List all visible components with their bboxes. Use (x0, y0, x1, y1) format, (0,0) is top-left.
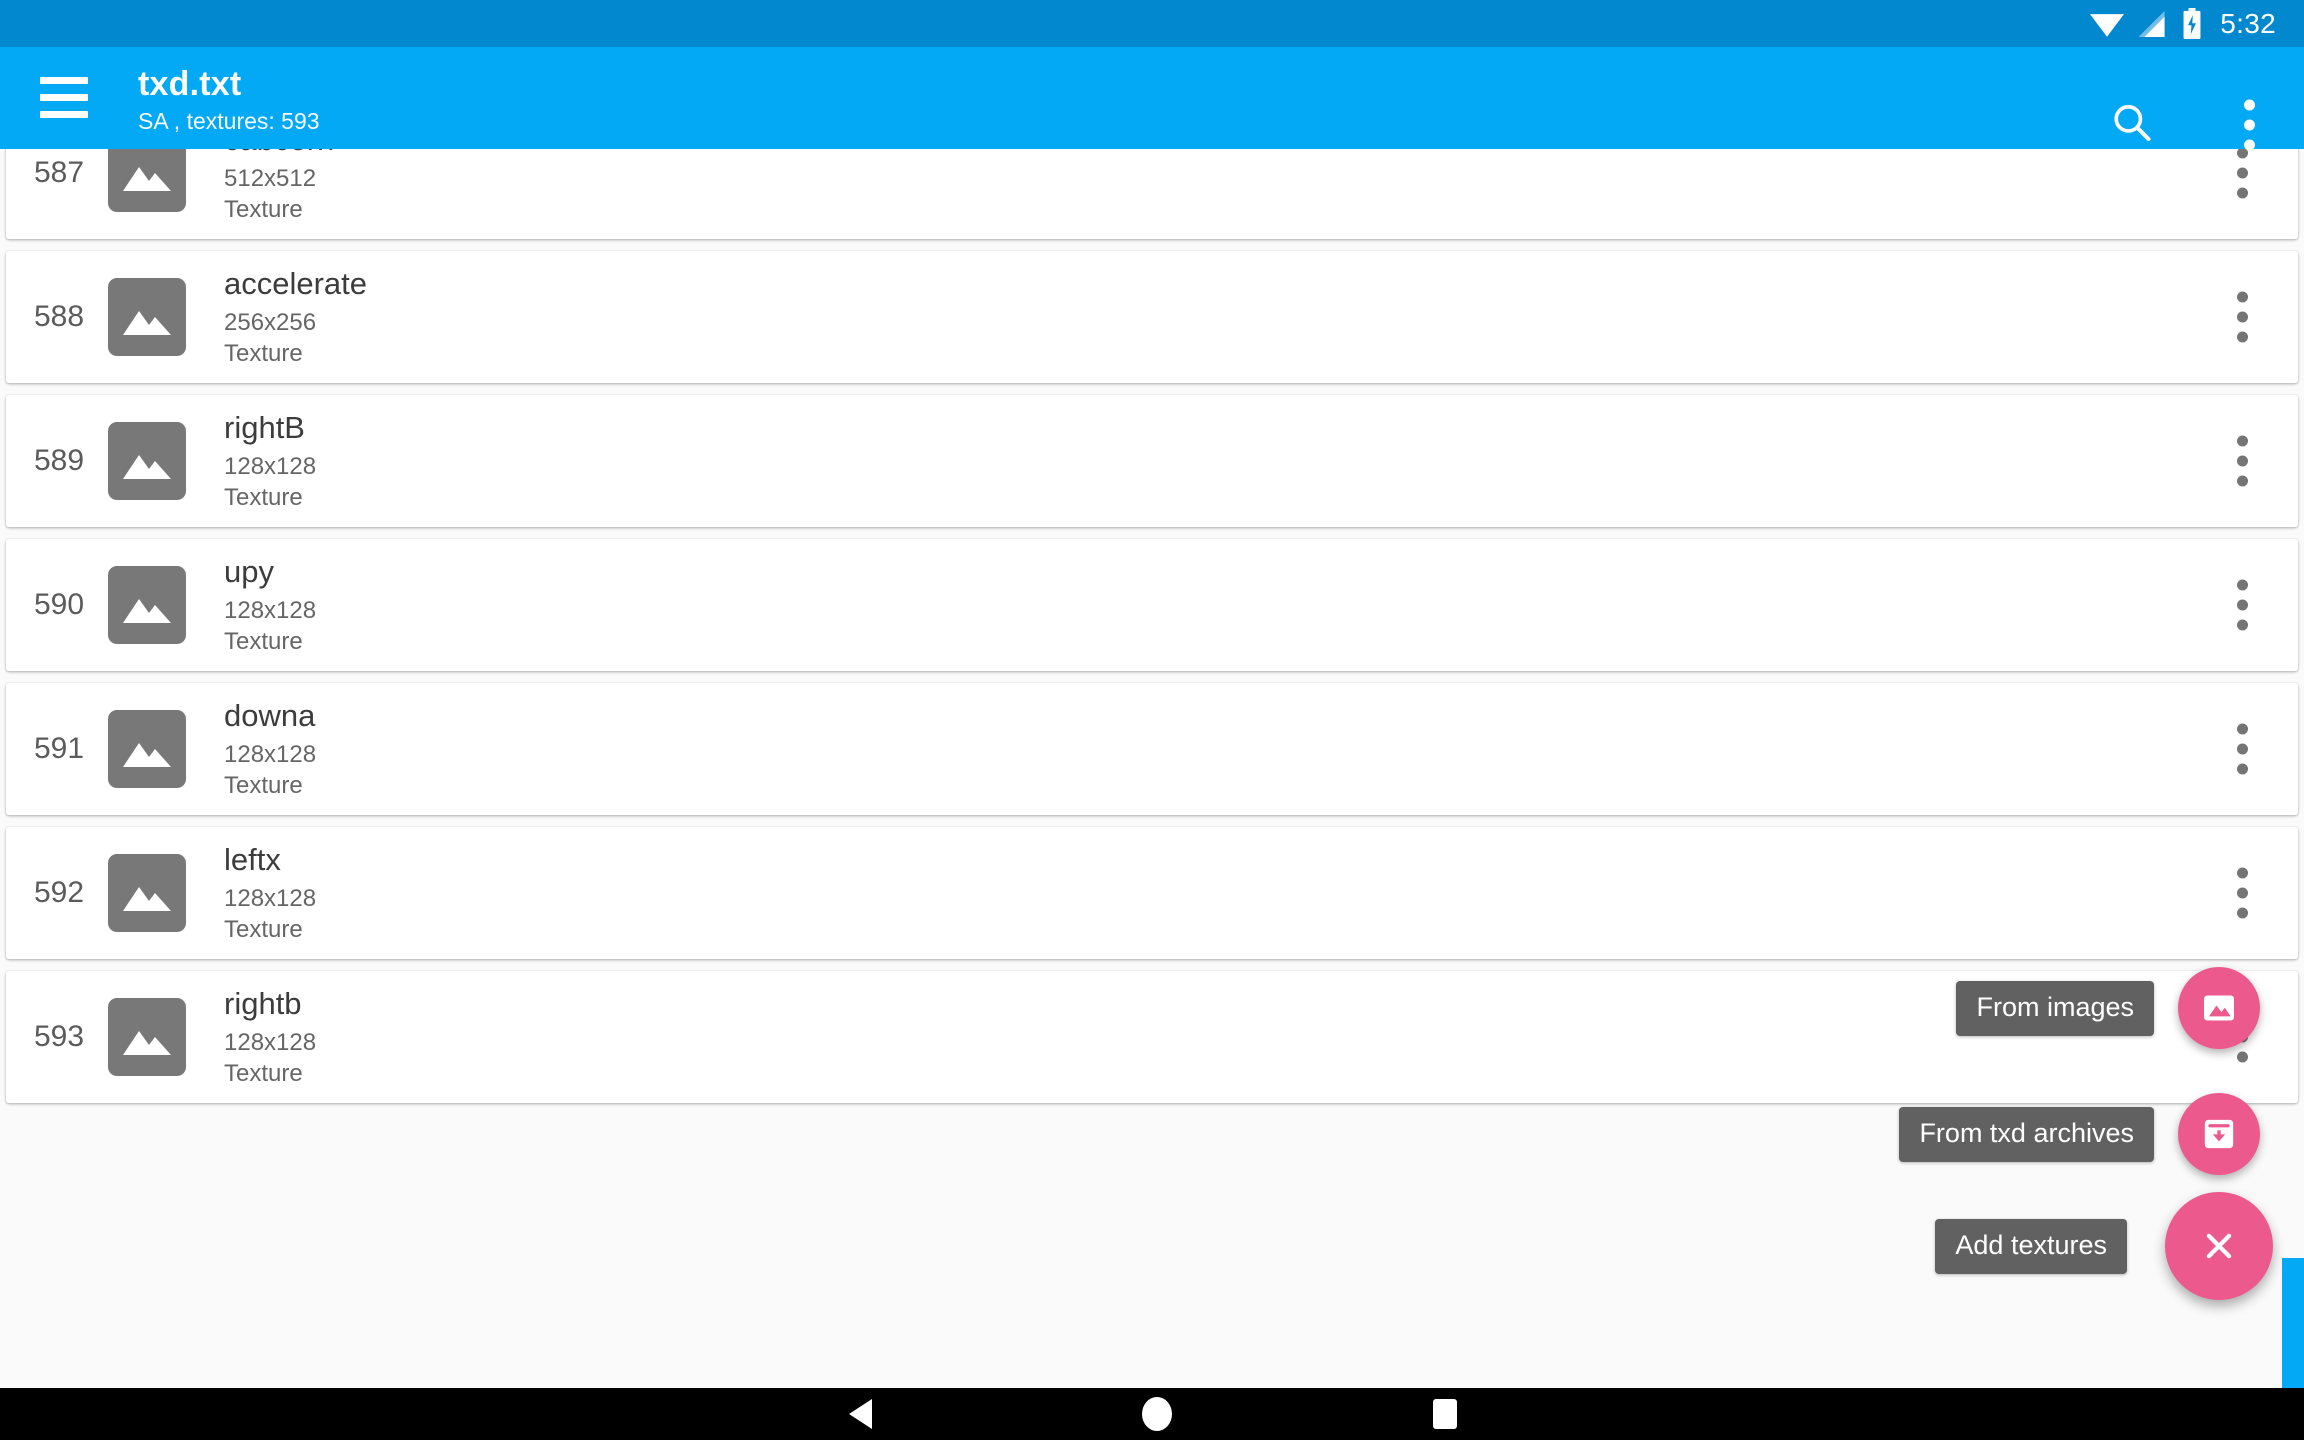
row-size: 128x128 (224, 597, 317, 624)
image-placeholder-icon (108, 278, 186, 356)
row-title: downa (224, 698, 316, 733)
row-title: rightB (224, 410, 305, 445)
row-index: 590 (33, 588, 85, 621)
image-placeholder-icon (108, 710, 186, 788)
back-triangle-icon[interactable] (845, 1397, 877, 1431)
recents-square-icon[interactable] (1430, 1397, 1460, 1431)
app-screen: 5:32 txd.txt SA , textures: 593 Texture (0, 0, 2304, 1440)
app-toolbar: txd.txt SA , textures: 593 (0, 47, 2304, 151)
row-index: 593 (33, 1020, 85, 1053)
fab-add-textures-label: Add textures (1935, 1218, 2127, 1274)
row-title: rightb (224, 986, 302, 1021)
status-bar-clock: 5:32 (2220, 7, 2276, 39)
image-placeholder-icon (108, 422, 186, 500)
row-title: leftx (224, 842, 281, 877)
row-text-block: cabcorn 512x512 Texture (224, 149, 334, 225)
row-text-block: leftx 128x128 Texture (224, 841, 316, 945)
page-subtitle: SA , textures: 593 (138, 108, 320, 134)
home-circle-icon[interactable] (1139, 1395, 1175, 1433)
row-text-block: rightB 128x128 Texture (224, 409, 316, 513)
row-overflow-icon[interactable] (2237, 291, 2248, 343)
fab-from-txd-archives[interactable]: From txd archives (1899, 1093, 2260, 1175)
row-index: 587 (33, 156, 85, 189)
scroll-indicator[interactable] (2282, 1258, 2304, 1388)
row-size: 128x128 (224, 741, 317, 768)
row-title: upy (224, 554, 274, 589)
image-icon[interactable] (2178, 967, 2260, 1049)
row-index: 591 (33, 732, 85, 765)
row-size: 512x512 (224, 165, 317, 192)
fab-from-images[interactable]: From images (1956, 967, 2260, 1049)
toolbar-title-block: txd.txt SA , textures: 593 (138, 63, 320, 137)
image-placeholder-icon (108, 566, 186, 644)
row-text-block: upy 128x128 Texture (224, 553, 316, 657)
archive-download-icon[interactable] (2178, 1093, 2260, 1175)
image-placeholder-icon (108, 854, 186, 932)
list-item[interactable]: 593 rightb 128x128 Texture (6, 971, 2298, 1103)
row-type: Texture (224, 340, 303, 367)
close-icon[interactable] (2165, 1192, 2273, 1300)
search-icon[interactable] (2110, 101, 2154, 150)
row-type: Texture (224, 1060, 303, 1087)
row-title: accelerate (224, 266, 368, 301)
row-overflow-icon[interactable] (2237, 435, 2248, 487)
fab-add-textures[interactable]: Add textures (1935, 1192, 2273, 1300)
row-overflow-icon[interactable] (2237, 579, 2248, 631)
row-size: 128x128 (224, 453, 317, 480)
row-title: cabcorn (224, 149, 334, 159)
row-overflow-icon[interactable] (2237, 867, 2248, 919)
status-bar: 5:32 (0, 0, 2304, 47)
android-navigation-bar (0, 1388, 2304, 1440)
row-index: 592 (33, 876, 85, 909)
row-index: 588 (33, 300, 85, 333)
fab-from-images-label: From images (1956, 980, 2154, 1036)
fab-from-txd-archives-label: From txd archives (1899, 1106, 2154, 1162)
list-item[interactable]: 588 accelerate 256x256 Texture (6, 251, 2298, 383)
battery-charging-icon (2182, 8, 2202, 39)
list-item[interactable]: 587 cabcorn 512x512 Texture (6, 149, 2298, 239)
row-text-block: accelerate 256x256 Texture (224, 265, 367, 369)
list-item[interactable]: 589 rightB 128x128 Texture (6, 395, 2298, 527)
row-size: 128x128 (224, 1029, 317, 1056)
list-item[interactable]: 591 downa 128x128 Texture (6, 683, 2298, 815)
row-overflow-icon[interactable] (2237, 723, 2248, 775)
row-index: 589 (33, 444, 85, 477)
row-type: Texture (224, 196, 303, 223)
list-item[interactable]: 590 upy 128x128 Texture (6, 539, 2298, 671)
row-size: 128x128 (224, 885, 317, 912)
list-item[interactable]: 592 leftx 128x128 Texture (6, 827, 2298, 959)
row-text-block: rightb 128x128 Texture (224, 985, 316, 1089)
overflow-menu-icon[interactable] (2244, 99, 2256, 151)
hamburger-menu-icon[interactable] (40, 77, 88, 119)
row-text-block: downa 128x128 Texture (224, 697, 316, 801)
row-type: Texture (224, 484, 303, 511)
row-type: Texture (224, 628, 303, 655)
image-placeholder-icon (108, 149, 186, 212)
row-type: Texture (224, 772, 303, 799)
row-size: 256x256 (224, 309, 317, 336)
cell-signal-icon (2138, 10, 2168, 37)
wifi-icon (2090, 11, 2125, 37)
row-type: Texture (224, 916, 303, 943)
image-placeholder-icon (108, 998, 186, 1076)
page-title: txd.txt (138, 65, 242, 103)
row-overflow-icon[interactable] (2237, 149, 2248, 199)
